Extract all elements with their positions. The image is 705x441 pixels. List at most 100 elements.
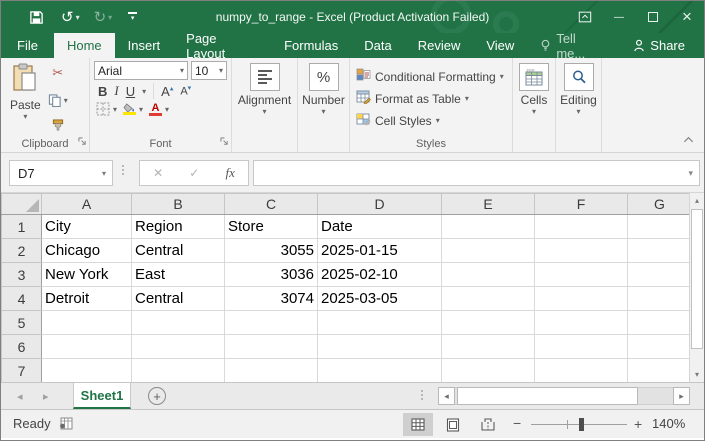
formula-bar-splitter[interactable] xyxy=(122,165,124,175)
cell-D3[interactable]: 2025-02-10 xyxy=(318,263,442,287)
col-header-E[interactable]: E xyxy=(442,194,535,215)
cell-E5[interactable] xyxy=(442,311,535,335)
select-all-corner[interactable] xyxy=(2,194,42,215)
zoom-slider-thumb[interactable] xyxy=(579,418,584,431)
cell-G1[interactable] xyxy=(628,215,692,239)
col-header-B[interactable]: B xyxy=(132,194,225,215)
undo-icon[interactable]: ↺▾ xyxy=(61,8,80,26)
name-box-dropdown-icon[interactable]: ▾ xyxy=(102,169,112,178)
cell-B2[interactable]: Central xyxy=(132,239,225,263)
vertical-scroll-thumb[interactable] xyxy=(691,209,703,349)
zoom-level[interactable]: 140% xyxy=(652,416,685,431)
tell-me-box[interactable]: Tell me... xyxy=(527,33,620,58)
font-size-combo[interactable]: 10▾ xyxy=(191,61,227,80)
col-header-A[interactable]: A xyxy=(42,194,132,215)
cell-C4[interactable]: 3074 xyxy=(225,287,318,311)
cell-F1[interactable] xyxy=(535,215,628,239)
tab-view[interactable]: View xyxy=(473,33,527,58)
formula-input[interactable]: ▾ xyxy=(253,160,700,186)
cell-E2[interactable] xyxy=(442,239,535,263)
cancel-icon[interactable]: ✕ xyxy=(153,166,163,180)
cell-B3[interactable]: East xyxy=(132,263,225,287)
format-painter-icon[interactable] xyxy=(48,119,68,132)
underline-dropdown-icon[interactable]: ▾ xyxy=(142,87,146,96)
paste-button[interactable]: Paste ▾ xyxy=(5,61,46,136)
cell-E6[interactable] xyxy=(442,335,535,359)
alignment-button[interactable]: Alignment ▾ xyxy=(233,61,296,136)
save-icon[interactable] xyxy=(19,10,53,25)
cell-E4[interactable] xyxy=(442,287,535,311)
tab-home[interactable]: Home xyxy=(54,33,115,58)
col-header-D[interactable]: D xyxy=(318,194,442,215)
cell-C6[interactable] xyxy=(225,335,318,359)
insert-function-icon[interactable]: fx xyxy=(226,165,235,181)
cell-G5[interactable] xyxy=(628,311,692,335)
italic-button[interactable]: I xyxy=(114,83,118,99)
normal-view-button[interactable] xyxy=(403,413,433,436)
expand-formula-bar-icon[interactable]: ▾ xyxy=(688,168,699,179)
cell-D6[interactable] xyxy=(318,335,442,359)
increase-font-size-button[interactable]: A▴ xyxy=(161,84,173,99)
scroll-down-icon[interactable]: ▾ xyxy=(690,367,704,382)
col-header-F[interactable]: F xyxy=(535,194,628,215)
tab-data[interactable]: Data xyxy=(351,33,404,58)
sheet-tab-sheet1[interactable]: Sheet1 xyxy=(73,383,131,409)
cells-button[interactable]: Cells ▾ xyxy=(518,61,550,136)
vertical-scrollbar[interactable]: ▴ ▾ xyxy=(689,193,704,382)
tab-insert[interactable]: Insert xyxy=(115,33,174,58)
cell-A5[interactable] xyxy=(42,311,132,335)
collapse-ribbon-icon[interactable] xyxy=(683,133,694,147)
tab-review[interactable]: Review xyxy=(405,33,474,58)
cell-B4[interactable]: Central xyxy=(132,287,225,311)
cell-B1[interactable]: Region xyxy=(132,215,225,239)
cell-F7[interactable] xyxy=(535,359,628,383)
cell-E7[interactable] xyxy=(442,359,535,383)
conditional-formatting-button[interactable]: Conditional Formatting ▾ xyxy=(354,66,508,87)
cell-G4[interactable] xyxy=(628,287,692,311)
tab-bar-splitter[interactable] xyxy=(421,390,423,400)
col-header-C[interactable]: C xyxy=(225,194,318,215)
zoom-out-icon[interactable]: − xyxy=(513,415,521,431)
cell-E1[interactable] xyxy=(442,215,535,239)
font-name-combo[interactable]: Arial▾ xyxy=(94,61,188,80)
row-header-1[interactable]: 1 xyxy=(2,215,42,239)
row-header-7[interactable]: 7 xyxy=(2,359,42,383)
cell-A3[interactable]: New York xyxy=(42,263,132,287)
minimize-button[interactable]: — xyxy=(602,1,636,33)
font-dialog-launcher-icon[interactable] xyxy=(220,137,229,149)
row-header-6[interactable]: 6 xyxy=(2,335,42,359)
copy-icon[interactable]: ▾ xyxy=(48,94,68,107)
cell-C3[interactable]: 3036 xyxy=(225,263,318,287)
ribbon-display-options-icon[interactable] xyxy=(568,1,602,33)
row-header-4[interactable]: 4 xyxy=(2,287,42,311)
cell-G2[interactable] xyxy=(628,239,692,263)
borders-icon[interactable]: ▾ xyxy=(96,102,117,116)
share-button[interactable]: Share xyxy=(620,33,698,58)
scroll-right-icon[interactable]: ▸ xyxy=(673,387,690,405)
cell-C2[interactable]: 3055 xyxy=(225,239,318,263)
redo-icon[interactable]: ↻▾ xyxy=(94,8,113,26)
tab-formulas[interactable]: Formulas xyxy=(271,33,351,58)
editing-button[interactable]: Editing ▾ xyxy=(559,61,598,136)
tab-file[interactable]: File xyxy=(1,33,54,58)
format-as-table-button[interactable]: Format as Table ▾ xyxy=(354,88,508,109)
clipboard-dialog-launcher-icon[interactable] xyxy=(78,137,87,149)
cut-icon[interactable]: ✂ xyxy=(48,65,68,81)
row-header-5[interactable]: 5 xyxy=(2,311,42,335)
cell-D7[interactable] xyxy=(318,359,442,383)
cell-A2[interactable]: Chicago xyxy=(42,239,132,263)
cell-B7[interactable] xyxy=(132,359,225,383)
cell-D2[interactable]: 2025-01-15 xyxy=(318,239,442,263)
macro-record-icon[interactable] xyxy=(59,417,73,433)
maximize-button[interactable] xyxy=(636,1,670,33)
name-box[interactable]: D7 ▾ xyxy=(9,160,113,186)
underline-button[interactable]: U xyxy=(126,84,135,99)
fill-color-icon[interactable]: ▾ xyxy=(123,103,143,115)
row-header-3[interactable]: 3 xyxy=(2,263,42,287)
cell-B5[interactable] xyxy=(132,311,225,335)
cell-A4[interactable]: Detroit xyxy=(42,287,132,311)
customize-quick-access-icon[interactable]: ▾ xyxy=(128,12,137,22)
cell-F4[interactable] xyxy=(535,287,628,311)
cell-F3[interactable] xyxy=(535,263,628,287)
page-break-preview-button[interactable] xyxy=(473,413,503,436)
